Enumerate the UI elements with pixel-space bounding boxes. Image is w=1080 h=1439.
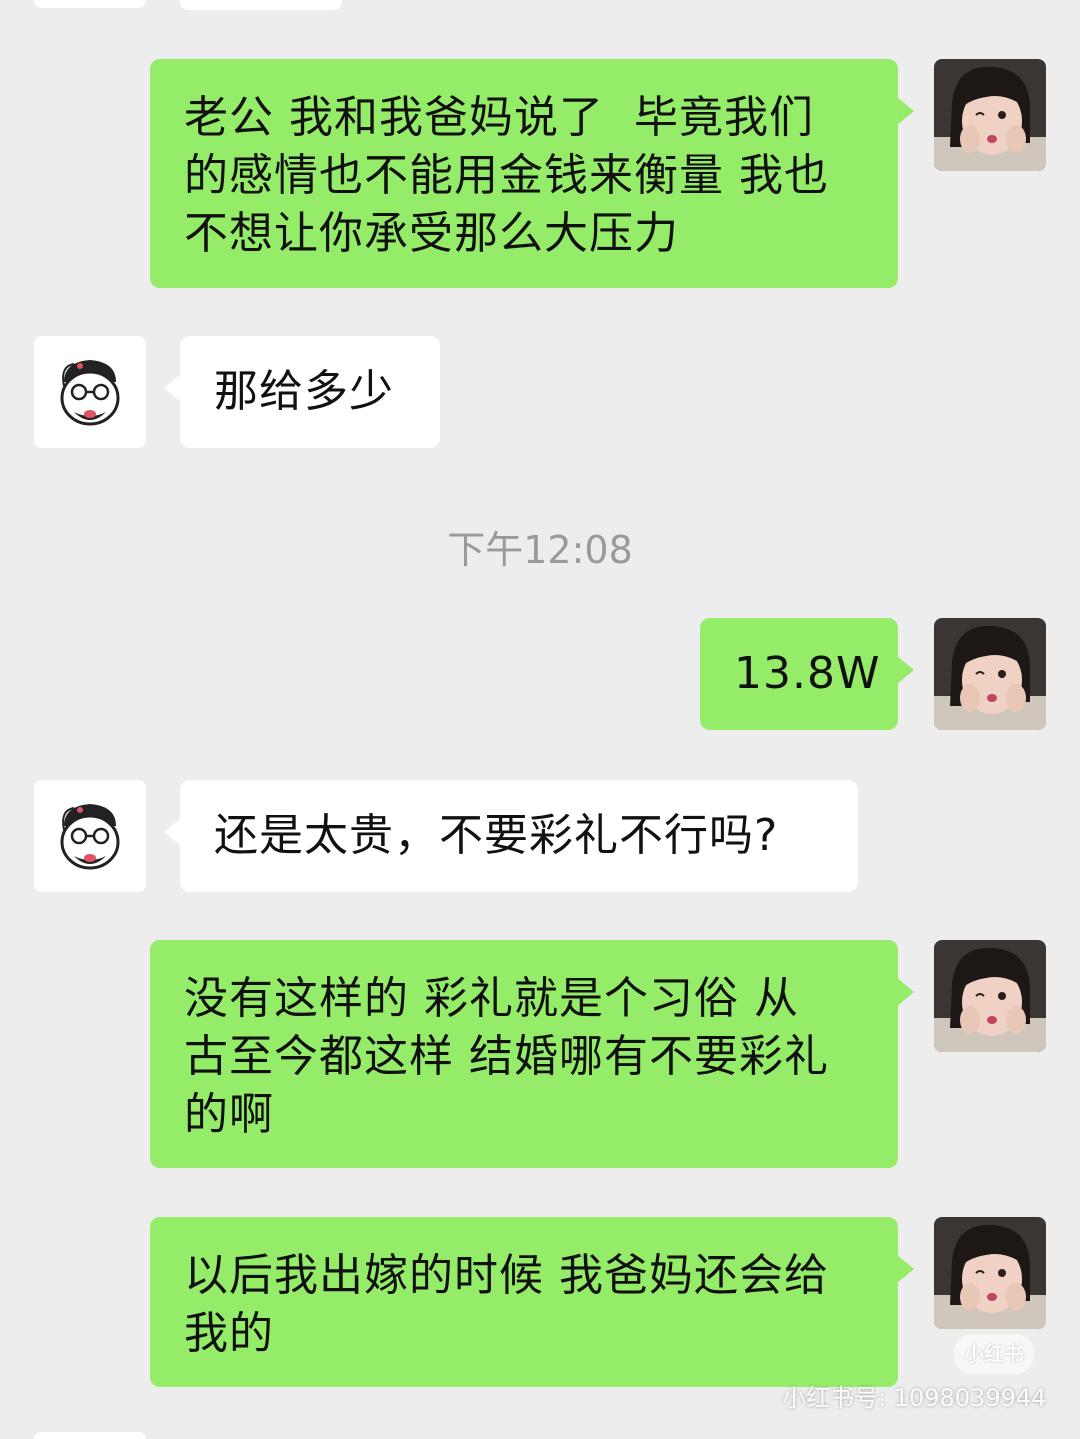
message-bubble-sent[interactable]: 没有这样的 彩礼就是个习俗 从 古至今都这样 结婚哪有不要彩礼 的啊 [150, 940, 914, 1168]
message-bubble-received[interactable]: 还是太贵，不要彩礼不行吗? [164, 780, 858, 892]
girl-avatar-icon [934, 618, 1046, 730]
contact-avatar[interactable] [34, 780, 146, 892]
cartoon-face-avatar-icon [34, 336, 146, 448]
my-avatar[interactable] [934, 940, 1046, 1052]
girl-avatar-icon [934, 940, 1046, 1052]
message-bubble-sent[interactable]: 以后我出嫁的时候 我爸妈还会给 我的 [150, 1217, 914, 1387]
my-avatar[interactable] [934, 1217, 1046, 1329]
previous-avatar-fragment [34, 0, 146, 8]
cartoon-face-avatar-icon [34, 780, 146, 892]
girl-avatar-icon [934, 1217, 1046, 1329]
message-bubble-sent[interactable]: 老公 我和我爸妈说了 毕竟我们 的感情也不能用金钱来衡量 我也 不想让你承受那么… [150, 59, 914, 288]
my-avatar[interactable] [934, 618, 1046, 730]
watermark-logo: 小红书 [954, 1334, 1034, 1374]
message-text: 老公 我和我爸妈说了 毕竟我们 的感情也不能用金钱来衡量 我也 不想让你承受那么… [184, 92, 829, 259]
message-bubble-sent[interactable]: 13.8W [700, 618, 914, 730]
message-text: 以后我出嫁的时候 我爸妈还会给 我的 [184, 1250, 829, 1359]
next-bubble-fragment [34, 1432, 146, 1439]
my-avatar[interactable] [934, 59, 1046, 171]
message-text: 那给多少 [214, 366, 394, 417]
message-text: 13.8W [734, 648, 881, 699]
message-bubble-received[interactable]: 那给多少 [164, 336, 440, 448]
girl-avatar-icon [934, 59, 1046, 171]
message-timestamp: 下午12:08 [447, 528, 633, 572]
message-text: 没有这样的 彩礼就是个习俗 从 古至今都这样 结婚哪有不要彩礼 的啊 [184, 973, 829, 1140]
watermark-id: 小红书号: 1098039944 [782, 1384, 1047, 1412]
contact-avatar[interactable] [34, 336, 146, 448]
previous-bubble-fragment [180, 0, 342, 10]
message-text: 还是太贵，不要彩礼不行吗? [214, 810, 779, 861]
